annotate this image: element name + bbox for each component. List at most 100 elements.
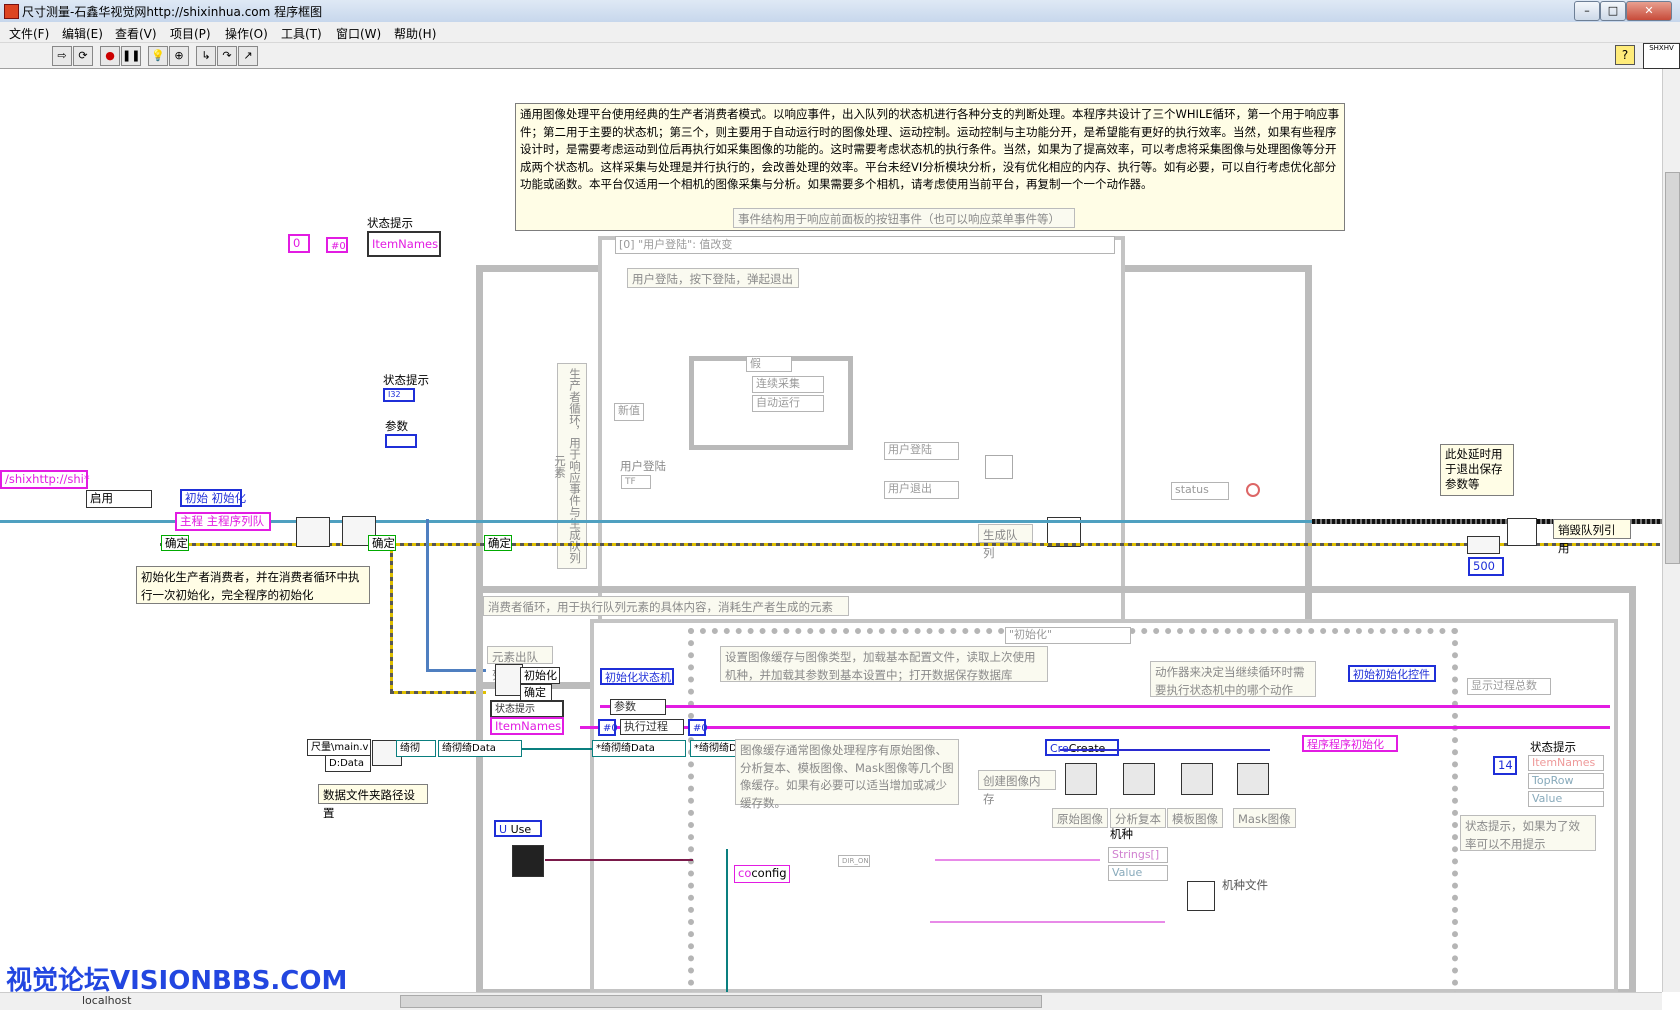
init-enum-a[interactable]: 初始 初始化 (180, 489, 246, 507)
event-structure-note[interactable]: 事件结构用于响应前面板的按钮事件（也可以响应菜单事件等） (733, 208, 1075, 228)
create-image-memory-note: 创建图像内存 (978, 770, 1056, 806)
vi-icon[interactable]: SHXHV (1643, 43, 1680, 69)
init-note[interactable]: 初始化生产者消费者，并在消费者循环中执行一次初始化，完全程序的初始化 (136, 566, 370, 604)
init-state-text-b: 状态机 (638, 671, 671, 684)
init-state-machine-enum[interactable]: 初始化状态机 (600, 668, 674, 685)
continuous-acquire-property: 连续采集 (752, 376, 824, 393)
menu-file[interactable]: 文件(F) (9, 25, 49, 42)
vertical-scrollbar[interactable] (1662, 69, 1680, 992)
dequeue-unbundle-init: 初始化 (520, 667, 560, 684)
menu-view[interactable]: 查看(V) (115, 25, 157, 42)
hash0b-consumer: #0 (688, 719, 708, 736)
window-title: 尺寸测量-石鑫华视觉网http://shixinhua.com 程序框图 (22, 5, 323, 19)
release-queue-node (1507, 518, 1537, 546)
obtain-queue-node (296, 517, 330, 547)
menu-operate[interactable]: 操作(O) (225, 25, 268, 42)
run-continuously-button[interactable]: ⟳ (73, 46, 93, 66)
step-over-button[interactable]: ↷ (217, 46, 237, 66)
close-button[interactable]: ✕ (1626, 1, 1672, 21)
use-a: U (499, 823, 508, 836)
main-queue-name: 主程 主程序列队 (175, 512, 271, 531)
block-diagram[interactable]: 通用图像处理平台使用经典的生产者消费者模式。以响应事件，出入队列的状态机进行各种… (0, 69, 1662, 992)
program-init-enum[interactable]: 程序程序初始化 (1302, 735, 1398, 752)
data-bundle-b: 绮彻绮Data (438, 740, 522, 757)
create-image-constant[interactable]: CreCreate (1045, 739, 1119, 756)
minimize-button[interactable]: – (1574, 1, 1600, 21)
template-image-label: 模板图像 (1167, 808, 1223, 828)
user-logout-enum[interactable]: 用户退出 (884, 481, 959, 499)
delay-note[interactable]: 此处延时用于退出保存参数等 (1440, 444, 1514, 496)
login-note[interactable]: 用户登陆，按下登陆，弹起退出 (627, 268, 799, 288)
user-login-enum[interactable]: 用户登陆 (884, 442, 959, 460)
data-folder-note[interactable]: 数据文件夹路径设置 (318, 784, 428, 820)
wait-ms-node (1467, 536, 1500, 554)
menu-project[interactable]: 项目(P) (170, 25, 211, 42)
use-b: Use (510, 823, 532, 836)
pause-button[interactable]: ❚❚ (121, 46, 141, 66)
image-cache-note[interactable]: 图像缓存通常图像处理程序有原始图像、分析复本、模板图像、Mask图像等几个图像缓… (735, 739, 959, 810)
data-folder-constant: D:Data (325, 755, 371, 772)
status-hint-i32-terminal[interactable]: I32 (383, 388, 415, 402)
dequeue-confirm: 确定 (520, 684, 552, 701)
build-array-node (1187, 881, 1215, 911)
menu-window[interactable]: 窗口(W) (336, 25, 381, 42)
wait-500-constant[interactable]: 500 (1468, 557, 1504, 576)
config-b: config (751, 866, 787, 880)
item-names-right: ItemNames (1528, 755, 1604, 771)
status-hint-efficiency-note[interactable]: 状态提示，如果为了效率可以不用提示 (1460, 815, 1596, 851)
compare-node (985, 455, 1013, 479)
consumer-loop-note[interactable]: 消费者循环，用于执行队列元素的具体内容，消耗生产者生成的元素 (483, 596, 849, 616)
index-zero-control[interactable]: 0 (288, 234, 310, 253)
item-names-property: ItemNames (367, 231, 441, 257)
enable-enum[interactable]: 启用 (86, 490, 152, 508)
status-hint-right-label: 状态提示 (1530, 740, 1576, 754)
image-constant-copy (1123, 763, 1155, 795)
num-14-constant[interactable]: 14 (1493, 756, 1517, 775)
maximize-button[interactable]: □ (1600, 1, 1626, 21)
menu-help[interactable]: 帮助(H) (394, 25, 436, 42)
vi-icon-text: SHXHV (1649, 44, 1674, 52)
url-string-constant: /shixhttp://shi* (0, 470, 90, 489)
image-constant-template (1181, 763, 1213, 795)
run-button[interactable]: ⇨ (52, 46, 72, 66)
config-a: co (738, 866, 752, 880)
init-control-enum[interactable]: 初始初始化控件 (1348, 665, 1436, 682)
actuator-note[interactable]: 动作器来决定当继续循环时需要执行状态机中的哪个动作 (1150, 661, 1316, 697)
strings-property: Strings[] (1108, 847, 1168, 863)
program-init-b: 程序初始化 (1329, 738, 1384, 751)
setup-note[interactable]: 设置图像缓存与图像类型，加载基本配置文件，读取上次使用机种，并加载其参数到基本设… (720, 646, 1048, 682)
title-bar: 尺寸测量-石鑫华视觉网http://shixinhua.com 程序框图 – □… (0, 0, 1680, 23)
horizontal-scroll-thumb[interactable] (400, 995, 1042, 1008)
stop-icon (1246, 483, 1260, 497)
horizontal-scrollbar[interactable]: localhost (0, 992, 1662, 1010)
event-case-selector[interactable]: [0] "用户登陆": 值改变 (615, 236, 1115, 254)
value-property-model: Value (1108, 865, 1168, 881)
user-image-icon (512, 845, 544, 877)
producer-loop-note[interactable]: 生产者循环，用于响应事件与生成队列元素 (553, 363, 587, 569)
image-constant-mask (1237, 763, 1269, 795)
init-ctrl-a: 初始 (1353, 668, 1375, 681)
step-into-button[interactable]: ↳ (196, 46, 216, 66)
highlight-execution-button[interactable]: 💡 (148, 46, 168, 66)
step-out-button[interactable]: ↗ (238, 46, 258, 66)
menu-edit[interactable]: 编辑(E) (62, 25, 103, 42)
status-hint-consumer: 状态提示 (490, 700, 564, 718)
inner-case-selector[interactable]: 假 (746, 356, 792, 372)
context-help-icon[interactable]: ? (1615, 45, 1635, 65)
vertical-scroll-thumb[interactable] (1665, 172, 1680, 564)
auto-run-property: 自动运行 (752, 395, 824, 412)
menu-tools[interactable]: 工具(T) (281, 25, 322, 42)
confirm-terminal-1: 确定 (161, 535, 189, 551)
param-terminal[interactable] (385, 434, 417, 448)
main-vi-path: 尺量\main.v (307, 739, 371, 756)
retain-wire-values-button[interactable]: ⊕ (169, 46, 189, 66)
consumer-case-selector[interactable]: "初始化" (1005, 627, 1131, 644)
use-constant[interactable]: U Use (494, 820, 542, 837)
abort-button[interactable]: ● (100, 46, 120, 66)
destroy-queue-note[interactable]: 销毁队列引用 (1553, 519, 1631, 555)
item-names-text: ItemNames (372, 237, 439, 251)
exec-process-unbundle: 执行过程 (620, 719, 684, 735)
init-b-text: 初始化 (211, 491, 247, 505)
show-process-total: 显示过程总数 (1467, 678, 1551, 695)
data-bundle-c: *绮彻绮Data (592, 740, 686, 757)
